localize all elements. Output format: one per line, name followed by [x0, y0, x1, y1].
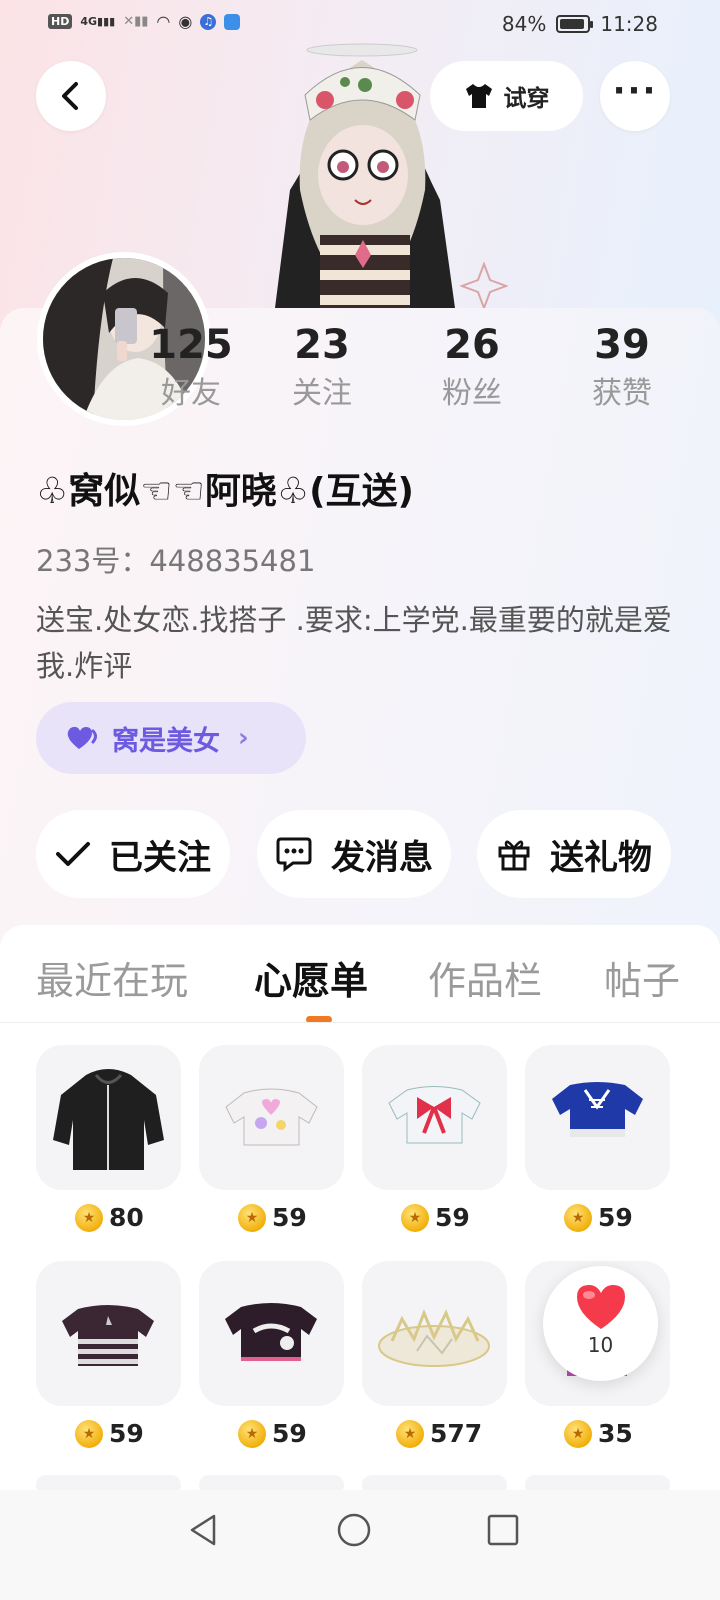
stat-value: 26	[444, 322, 500, 368]
heart-icon	[576, 1285, 625, 1329]
coin-icon: ★	[75, 1419, 103, 1448]
tab-works[interactable]: 作品栏	[428, 950, 542, 1005]
coin-icon: ★	[396, 1419, 424, 1448]
follow-label: 已关注	[109, 837, 211, 878]
wishlist-item[interactable]	[362, 1261, 507, 1406]
coin-icon: ★	[75, 1203, 103, 1232]
try-on-button[interactable]: 试穿	[430, 61, 583, 131]
group-badge-button[interactable]: 窝是美女 ›	[36, 702, 306, 774]
message-label: 发消息	[331, 837, 433, 878]
stat-followers[interactable]: 26 粉丝	[412, 322, 532, 414]
signal-4g-icon: 4G▮▮▮	[80, 15, 116, 28]
nav-recents-icon[interactable]	[486, 1513, 520, 1547]
tab-divider	[0, 1022, 720, 1023]
clock: 11:28	[600, 12, 658, 36]
stat-following[interactable]: 23 关注	[262, 322, 382, 414]
wishlist-item[interactable]	[36, 1261, 181, 1406]
wishlist-price: ★ 59	[401, 1203, 470, 1232]
heart-crop-top-icon	[225, 1088, 318, 1146]
stat-friends[interactable]: 125 好友	[131, 322, 251, 414]
coin-icon: ★	[238, 1419, 266, 1448]
app-icon: ◉	[178, 12, 193, 31]
more-dots-icon: ···	[612, 71, 658, 111]
group-label: 窝是美女	[112, 725, 220, 757]
chevron-left-icon	[62, 82, 78, 110]
chevron-right-icon: ›	[238, 723, 249, 753]
follow-button[interactable]: 已关注	[36, 810, 230, 898]
stat-label: 粉丝	[442, 376, 502, 411]
battery-icon	[556, 15, 594, 33]
tab-posts[interactable]: 帖子	[604, 950, 680, 1005]
wishlist-item[interactable]	[199, 1261, 344, 1406]
wishlist-item[interactable]	[36, 1045, 181, 1190]
nickname: ♧窝似☜☜阿晓♧(互送)	[36, 471, 415, 512]
stat-value: 23	[294, 322, 350, 368]
like-count: 10	[587, 1333, 614, 1357]
wishlist-price: ★ 59	[564, 1203, 633, 1232]
user-id: 233号：448835481	[36, 544, 316, 578]
tab-wishlist[interactable]: 心愿单	[254, 950, 368, 1005]
chat-bubble-icon	[276, 837, 312, 872]
coin-icon: ★	[238, 1203, 266, 1232]
bow-crop-top-icon	[388, 1086, 481, 1144]
more-button[interactable]: ···	[600, 61, 670, 131]
wishlist-price: ★ 59	[238, 1203, 307, 1232]
stat-value: 39	[594, 322, 650, 368]
tshirt-icon	[465, 84, 492, 108]
black-hoodie-icon	[53, 1069, 164, 1170]
wishlist-price: ★ 80	[75, 1203, 144, 1232]
wishlist-price: ★ 59	[238, 1419, 307, 1448]
stat-label: 关注	[292, 376, 352, 411]
wishlist-price: ★ 59	[75, 1419, 144, 1448]
blue-app-icon	[224, 13, 241, 30]
sparkle-icon	[460, 262, 508, 310]
message-button[interactable]: 发消息	[257, 810, 451, 898]
coin-icon: ★	[564, 1203, 592, 1232]
gift-icon	[498, 840, 530, 871]
battery-percent: 84%	[501, 12, 547, 36]
like-float-button[interactable]: 10	[543, 1266, 658, 1381]
nav-home-icon[interactable]	[336, 1512, 372, 1548]
wishlist-price: ★ 35	[564, 1419, 633, 1448]
nav-back-icon[interactable]	[186, 1512, 220, 1548]
wishlist-item[interactable]	[362, 1045, 507, 1190]
wishlist-item[interactable]	[525, 1045, 670, 1190]
gift-label: 送礼物	[550, 837, 652, 878]
check-icon	[56, 842, 90, 866]
wifi-icon: ◠	[156, 12, 171, 31]
back-button[interactable]	[36, 61, 106, 131]
hd-indicator: HD	[48, 14, 73, 29]
striped-crop-top-icon	[62, 1305, 154, 1366]
crystal-crown-icon	[378, 1308, 490, 1367]
tab-recent-played[interactable]: 最近在玩	[36, 950, 188, 1005]
stat-value: 125	[149, 322, 233, 368]
wishlist-price: ★ 577	[396, 1419, 482, 1448]
try-on-label: 试穿	[503, 86, 550, 112]
coin-icon: ★	[564, 1419, 592, 1448]
heart-icon	[67, 726, 97, 749]
stat-label: 获赞	[592, 376, 652, 411]
coin-icon: ★	[401, 1203, 429, 1232]
bio: 送宝.处女恋.找搭子 .要求:上学党.最重要的就是爱我.炸评	[36, 603, 672, 683]
stat-likes[interactable]: 39 获赞	[562, 322, 682, 414]
blue-lace-top-icon	[552, 1082, 643, 1137]
gift-button[interactable]: 送礼物	[477, 810, 671, 898]
black-print-top-icon	[225, 1303, 317, 1361]
signal-icon: ✕▮▮	[123, 14, 149, 29]
wishlist-item[interactable]	[199, 1045, 344, 1190]
system-nav-bar	[0, 1490, 720, 1600]
music-app-icon: ♫	[200, 13, 217, 30]
stat-label: 好友	[161, 376, 221, 411]
